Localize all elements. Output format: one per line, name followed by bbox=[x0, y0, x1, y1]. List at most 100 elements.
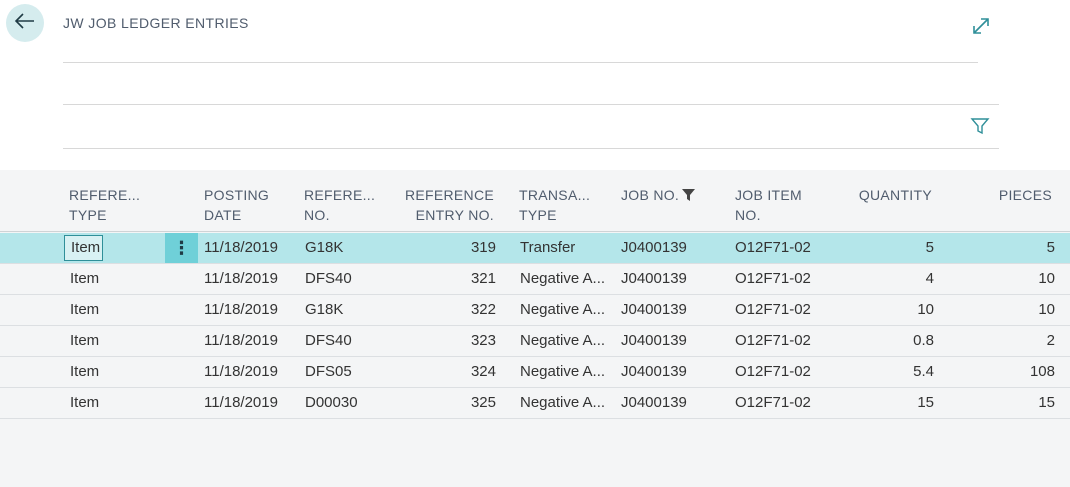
reference-no-cell[interactable]: G18K bbox=[305, 295, 343, 325]
transaction-type-cell[interactable]: Negative A... bbox=[520, 295, 605, 325]
job-item-no-cell[interactable]: O12F71-02 bbox=[735, 388, 811, 418]
column-header-line: DATE bbox=[204, 207, 242, 223]
transaction-type-cell[interactable]: Negative A... bbox=[520, 357, 605, 387]
column-header-posting-date[interactable]: POSTING DATE bbox=[204, 185, 269, 225]
column-header-line: REFERENCE bbox=[404, 187, 494, 203]
quantity-cell[interactable]: 15 bbox=[840, 388, 934, 418]
column-header-line: ENTRY NO. bbox=[415, 207, 494, 223]
column-header-job-no[interactable]: JOB NO. bbox=[621, 185, 696, 206]
pieces-cell[interactable]: 15 bbox=[960, 388, 1055, 418]
reference-type-cell[interactable]: Item bbox=[70, 326, 99, 356]
job-item-no-cell[interactable]: O12F71-02 bbox=[735, 295, 811, 325]
table-row[interactable]: Item 11/18/2019 DFS05 324 Negative A... … bbox=[0, 357, 1070, 388]
posting-date-cell[interactable]: 11/18/2019 bbox=[204, 233, 278, 263]
quantity-cell[interactable]: 5 bbox=[840, 233, 934, 263]
job-no-cell[interactable]: J0400139 bbox=[621, 295, 687, 325]
posting-date-cell[interactable]: 11/18/2019 bbox=[204, 326, 278, 356]
reference-no-cell[interactable]: DFS05 bbox=[305, 357, 352, 387]
column-header-line: JOB ITEM bbox=[735, 187, 802, 203]
row-actions-button[interactable]: ⋮ bbox=[165, 233, 198, 263]
table-row[interactable]: Item 11/18/2019 DFS40 321 Negative A... … bbox=[0, 264, 1070, 295]
pieces-cell[interactable]: 5 bbox=[960, 233, 1055, 263]
filter-funnel-icon bbox=[682, 186, 696, 206]
reference-entry-no-cell[interactable]: 321 bbox=[400, 264, 496, 294]
table-body: Item ⋮ 11/18/2019 G18K 319 Transfer J040… bbox=[0, 233, 1070, 419]
column-header-line: JOB NO. bbox=[621, 187, 680, 203]
transaction-type-cell[interactable]: Negative A... bbox=[520, 326, 605, 356]
divider bbox=[63, 148, 999, 149]
pieces-cell[interactable]: 10 bbox=[960, 264, 1055, 294]
column-header-line: NO. bbox=[735, 207, 761, 223]
reference-type-cell[interactable]: Item bbox=[70, 295, 99, 325]
job-item-no-cell[interactable]: O12F71-02 bbox=[735, 233, 811, 263]
arrow-left-icon bbox=[14, 12, 36, 35]
reference-no-cell[interactable]: DFS40 bbox=[305, 264, 352, 294]
column-header-line: TYPE bbox=[69, 207, 107, 223]
column-header-pieces[interactable]: PIECES bbox=[960, 185, 1052, 205]
job-no-cell[interactable]: J0400139 bbox=[621, 233, 687, 263]
divider bbox=[63, 104, 999, 105]
reference-type-cell[interactable]: Item bbox=[70, 388, 99, 418]
transaction-type-cell[interactable]: Negative A... bbox=[520, 264, 605, 294]
pieces-cell[interactable]: 108 bbox=[960, 357, 1055, 387]
column-header-reference-type[interactable]: REFERE... TYPE bbox=[69, 185, 140, 225]
reference-entry-no-cell[interactable]: 325 bbox=[400, 388, 496, 418]
column-header-reference-entry-no[interactable]: REFERENCE ENTRY NO. bbox=[396, 185, 494, 225]
filter-icon bbox=[969, 118, 991, 141]
column-header-transaction-type[interactable]: TRANSA... TYPE bbox=[519, 185, 590, 225]
column-header-line: NO. bbox=[304, 207, 330, 223]
column-header-line: TRANSA... bbox=[519, 187, 591, 203]
table-row[interactable]: Item 11/18/2019 D00030 325 Negative A...… bbox=[0, 388, 1070, 419]
expand-button[interactable] bbox=[970, 15, 992, 37]
pieces-cell[interactable]: 2 bbox=[960, 326, 1055, 356]
posting-date-cell[interactable]: 11/18/2019 bbox=[204, 388, 278, 418]
job-no-cell[interactable]: J0400139 bbox=[621, 264, 687, 294]
reference-entry-no-cell[interactable]: 324 bbox=[400, 357, 496, 387]
reference-type-cell[interactable]: Item bbox=[70, 264, 99, 294]
reference-type-cell[interactable]: Item bbox=[64, 235, 103, 261]
reference-entry-no-cell[interactable]: 319 bbox=[400, 233, 496, 263]
ledger-grid: REFERE... TYPE POSTING DATE REFERE... NO… bbox=[0, 170, 1070, 487]
table-row[interactable]: Item 11/18/2019 G18K 322 Negative A... J… bbox=[0, 295, 1070, 326]
transaction-type-cell[interactable]: Negative A... bbox=[520, 388, 605, 418]
column-header-line: QUANTITY bbox=[858, 187, 932, 203]
job-item-no-cell[interactable]: O12F71-02 bbox=[735, 264, 811, 294]
page-title: JW JOB LEDGER ENTRIES bbox=[63, 15, 249, 31]
posting-date-cell[interactable]: 11/18/2019 bbox=[204, 295, 278, 325]
posting-date-cell[interactable]: 11/18/2019 bbox=[204, 264, 278, 294]
column-header-line: REFERE... bbox=[304, 187, 376, 203]
transaction-type-cell[interactable]: Transfer bbox=[520, 233, 575, 263]
back-button[interactable] bbox=[6, 4, 44, 42]
job-no-cell[interactable]: J0400139 bbox=[621, 388, 687, 418]
column-header-quantity[interactable]: QUANTITY bbox=[840, 185, 932, 205]
divider bbox=[63, 62, 978, 63]
reference-no-cell[interactable]: DFS40 bbox=[305, 326, 352, 356]
reference-entry-no-cell[interactable]: 322 bbox=[400, 295, 496, 325]
column-header-line: PIECES bbox=[998, 187, 1052, 203]
quantity-cell[interactable]: 4 bbox=[840, 264, 934, 294]
column-header-line: REFERE... bbox=[69, 187, 141, 203]
table-row[interactable]: Item ⋮ 11/18/2019 G18K 319 Transfer J040… bbox=[0, 233, 1070, 264]
filter-button[interactable] bbox=[969, 115, 991, 137]
job-no-cell[interactable]: J0400139 bbox=[621, 357, 687, 387]
pieces-cell[interactable]: 10 bbox=[960, 295, 1055, 325]
posting-date-cell[interactable]: 11/18/2019 bbox=[204, 357, 278, 387]
reference-type-cell[interactable]: Item bbox=[70, 357, 99, 387]
column-header-line: TYPE bbox=[519, 207, 557, 223]
column-header-row: REFERE... TYPE POSTING DATE REFERE... NO… bbox=[0, 170, 1070, 232]
column-header-reference-no[interactable]: REFERE... NO. bbox=[304, 185, 375, 225]
quantity-cell[interactable]: 0.8 bbox=[840, 326, 934, 356]
reference-entry-no-cell[interactable]: 323 bbox=[400, 326, 496, 356]
more-vertical-icon: ⋮ bbox=[172, 237, 191, 258]
job-item-no-cell[interactable]: O12F71-02 bbox=[735, 357, 811, 387]
table-row[interactable]: Item 11/18/2019 DFS40 323 Negative A... … bbox=[0, 326, 1070, 357]
column-header-line: POSTING bbox=[204, 187, 270, 203]
quantity-cell[interactable]: 5.4 bbox=[840, 357, 934, 387]
job-no-cell[interactable]: J0400139 bbox=[621, 326, 687, 356]
column-header-job-item-no[interactable]: JOB ITEM NO. bbox=[735, 185, 802, 225]
job-item-no-cell[interactable]: O12F71-02 bbox=[735, 326, 811, 356]
quantity-cell[interactable]: 10 bbox=[840, 295, 934, 325]
reference-no-cell[interactable]: D00030 bbox=[305, 388, 358, 418]
reference-no-cell[interactable]: G18K bbox=[305, 233, 343, 263]
expand-icon bbox=[970, 18, 992, 41]
